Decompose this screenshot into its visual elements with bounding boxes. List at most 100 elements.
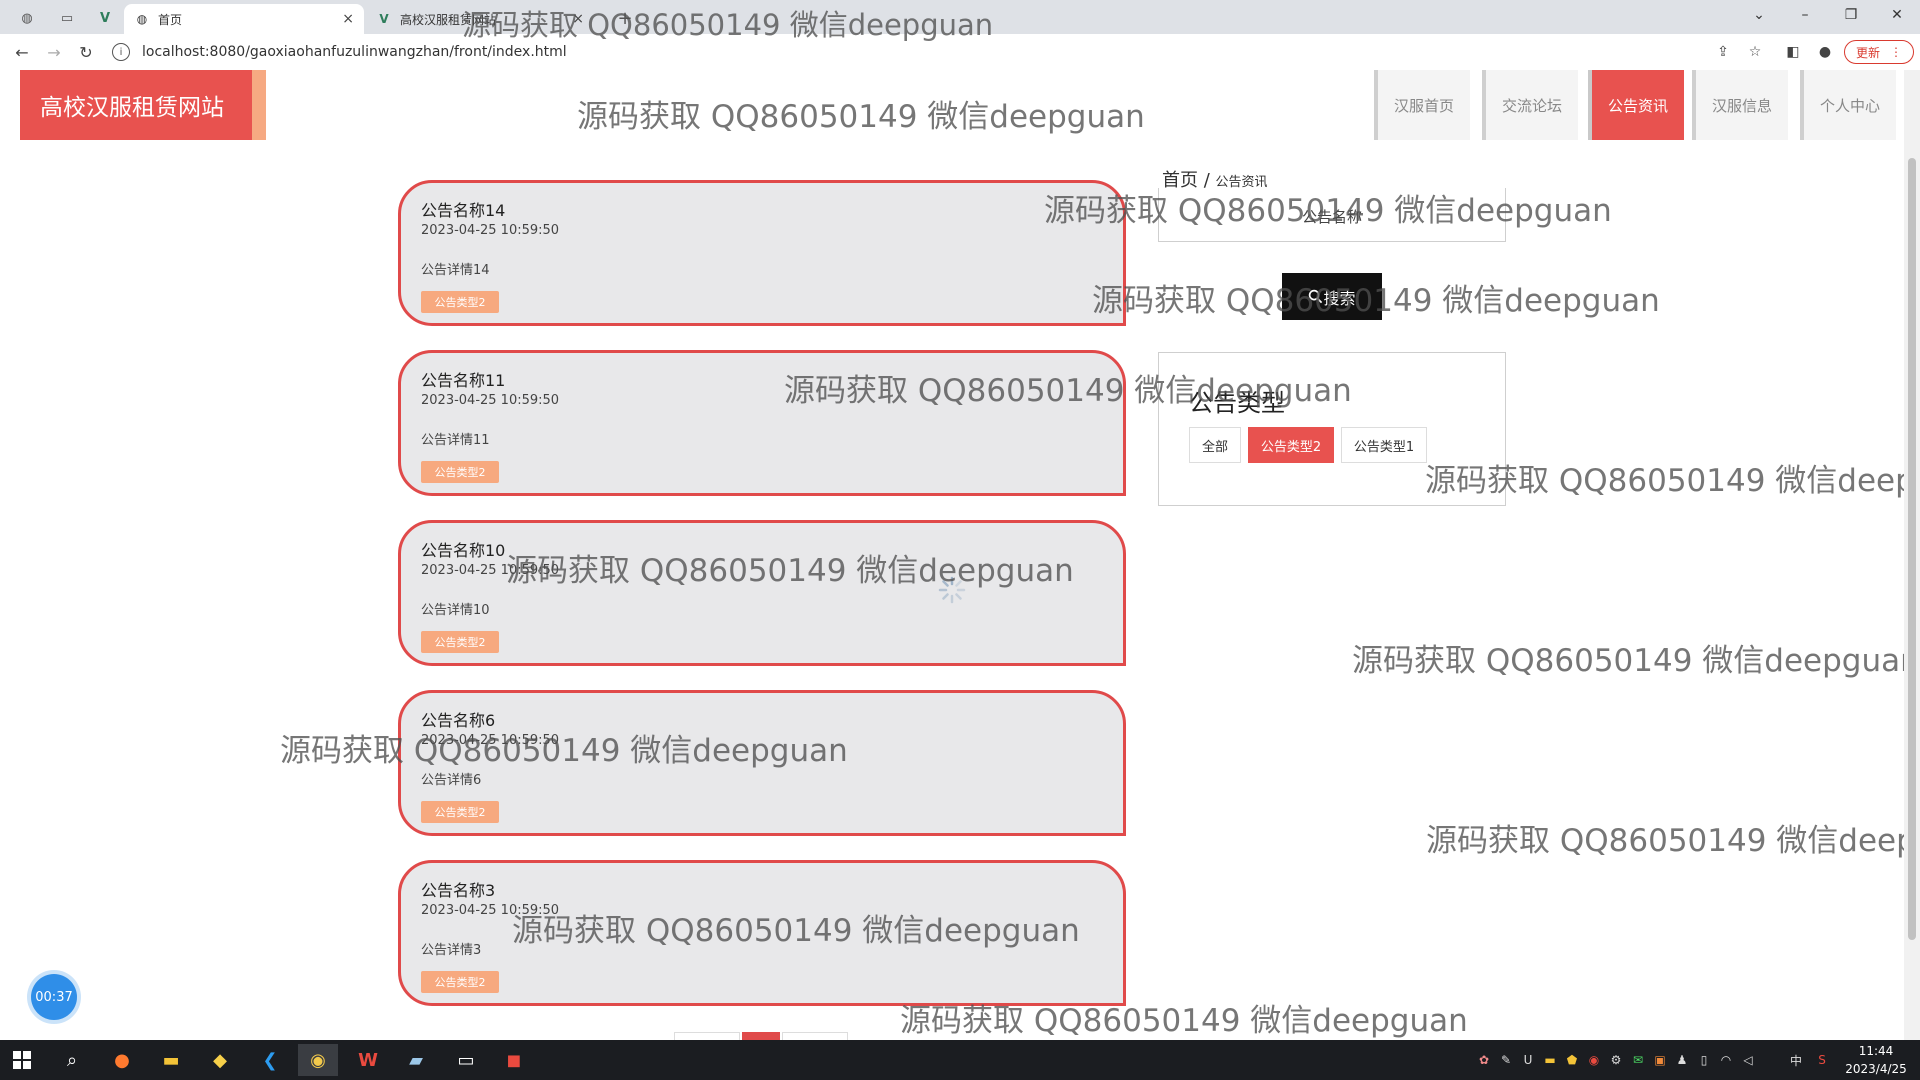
notice-card[interactable]: 公告名称11 2023-04-25 10:59:50 公告详情11 公告类型2 xyxy=(398,350,1126,496)
search-button-label: 搜索 xyxy=(1323,288,1356,308)
pinned-tab-globe-icon[interactable]: ◍ xyxy=(10,4,44,32)
tray-steam-icon[interactable]: ⚙ xyxy=(1608,1050,1624,1070)
close-window-icon[interactable]: ✕ xyxy=(1874,0,1920,30)
notice-title: 公告名称14 xyxy=(421,201,506,220)
network-icon[interactable]: ◠ xyxy=(1718,1050,1734,1070)
pinned-tab-blank-icon[interactable]: ▭ xyxy=(50,4,84,32)
pagination-page-active[interactable] xyxy=(742,1032,780,1040)
bookmark-star-icon[interactable]: ☆ xyxy=(1745,42,1765,62)
restore-icon[interactable]: ❐ xyxy=(1828,0,1874,30)
notepad-icon[interactable]: ▰ xyxy=(396,1044,436,1076)
notice-card[interactable]: 公告名称3 2023-04-25 10:59:50 公告详情3 公告类型2 xyxy=(398,860,1126,1006)
type-filter-all[interactable]: 全部 xyxy=(1189,427,1241,463)
search-input[interactable]: 公告名称 xyxy=(1158,188,1506,242)
type-filter-type2[interactable]: 公告类型2 xyxy=(1248,427,1334,463)
back-arrow-icon[interactable]: ← xyxy=(10,40,34,64)
tray-red-app-icon[interactable]: ◉ xyxy=(1586,1050,1602,1070)
forward-arrow-icon[interactable]: → xyxy=(42,40,66,64)
clock-date: 2023/4/25 xyxy=(1845,1062,1907,1076)
browser-tab-home[interactable]: ◍ 首页 × xyxy=(124,4,364,34)
site-logo-text: 高校汉服租赁网站 xyxy=(40,95,224,121)
side-panel-icon[interactable]: ◧ xyxy=(1783,42,1803,62)
page-scrollbar[interactable] xyxy=(1904,70,1920,1040)
nav-forum[interactable]: 交流论坛 xyxy=(1482,70,1578,140)
tray-folder-icon[interactable]: ▬ xyxy=(1542,1050,1558,1070)
kebab-menu-icon[interactable]: ⋮ xyxy=(1890,45,1902,59)
notice-time: 2023-04-25 10:59:50 xyxy=(421,563,560,578)
minimize-icon[interactable]: – xyxy=(1782,0,1828,30)
page-viewport: 高校汉服租赁网站 汉服首页 交流论坛 公告资讯 汉服信息 个人中心 公告名称14… xyxy=(0,70,1920,1040)
tray-shield-icon[interactable]: ⬟ xyxy=(1564,1050,1580,1070)
tab-search-chevron-icon[interactable]: ⌄ xyxy=(1736,0,1782,30)
update-button[interactable]: 更新 ⋮ xyxy=(1844,40,1914,64)
notice-time: 2023-04-25 10:59:50 xyxy=(421,393,560,408)
pagination-prev[interactable] xyxy=(674,1032,740,1040)
notice-title: 公告名称11 xyxy=(421,371,506,390)
volume-icon[interactable]: ◁ xyxy=(1740,1050,1756,1070)
firefox-icon[interactable]: ● xyxy=(102,1044,142,1076)
search-icon[interactable]: ⌕ xyxy=(52,1044,92,1076)
site-logo[interactable]: 高校汉服租赁网站 xyxy=(20,70,266,140)
notice-card[interactable]: 公告名称10 2023-04-25 10:59:50 公告详情10 公告类型2 xyxy=(398,520,1126,666)
terminal-icon[interactable]: ▭ xyxy=(446,1044,486,1076)
scrollbar-thumb[interactable] xyxy=(1908,158,1916,940)
tray-app2-icon[interactable]: ▣ xyxy=(1652,1050,1668,1070)
notice-detail: 公告详情11 xyxy=(421,433,490,448)
pagination-next[interactable] xyxy=(782,1032,848,1040)
notice-time: 2023-04-25 10:59:50 xyxy=(421,733,560,748)
type-filter-type1[interactable]: 公告类型1 xyxy=(1341,427,1427,463)
qq-icon[interactable]: ♟ xyxy=(1674,1050,1690,1070)
type-filter-label: 公告类型2 xyxy=(1260,439,1322,455)
recording-timer[interactable]: 00:37 xyxy=(31,974,77,1020)
tray-app-icon[interactable]: ✿ xyxy=(1476,1050,1492,1070)
logo-accent-strip xyxy=(252,70,266,140)
pinned-tab-vue-icon[interactable]: V xyxy=(88,4,122,32)
nav-hanfu-info[interactable]: 汉服信息 xyxy=(1692,70,1788,140)
plus-icon[interactable]: + xyxy=(608,4,642,32)
notice-detail: 公告详情6 xyxy=(421,773,482,788)
notice-card[interactable]: 公告名称6 2023-04-25 10:59:50 公告详情6 公告类型2 xyxy=(398,690,1126,836)
timer-text: 00:37 xyxy=(35,989,73,1005)
nav-label: 汉服信息 xyxy=(1711,96,1772,115)
notice-type-badge: 公告类型2 xyxy=(421,291,499,313)
address-bar[interactable]: i localhost:8080/gaoxiaohanfuzulinwangzh… xyxy=(112,40,1692,64)
notice-time: 2023-04-25 10:59:50 xyxy=(421,903,560,918)
type-filter-label: 全部 xyxy=(1201,439,1228,455)
notice-detail: 公告详情3 xyxy=(421,943,482,958)
tray-sogou-icon[interactable]: S xyxy=(1814,1050,1830,1070)
globe-icon: ◍ xyxy=(136,12,148,26)
share-icon[interactable]: ⇪ xyxy=(1713,42,1733,62)
nav-hanfu-home[interactable]: 汉服首页 xyxy=(1374,70,1470,140)
notice-detail: 公告详情14 xyxy=(421,263,490,278)
vue-icon: V xyxy=(379,12,389,26)
site-info-icon[interactable]: i xyxy=(112,43,130,61)
loading-spinner-icon xyxy=(938,576,966,604)
system-clock[interactable]: 11:44 2023/4/25 xyxy=(1836,1042,1916,1078)
file-explorer-icon[interactable]: ▬ xyxy=(151,1044,191,1076)
nav-label: 个人中心 xyxy=(1819,96,1880,115)
notice-time: 2023-04-25 10:59:50 xyxy=(421,223,560,238)
profile-avatar-icon[interactable]: ● xyxy=(1815,42,1835,62)
nav-user-center[interactable]: 个人中心 xyxy=(1800,70,1896,140)
tray-u-icon[interactable]: U xyxy=(1520,1050,1536,1070)
browser-tab-site[interactable]: V 高校汉服租赁网站 × xyxy=(366,4,594,34)
idea-icon[interactable]: ◼ xyxy=(494,1044,534,1076)
nav-announcements[interactable]: 公告资讯 xyxy=(1588,70,1684,140)
search-button[interactable]: 搜索 xyxy=(1282,273,1382,320)
notice-type-badge: 公告类型2 xyxy=(421,631,499,653)
ime-indicator[interactable]: 中 xyxy=(1788,1050,1804,1070)
reload-icon[interactable]: ↻ xyxy=(74,40,98,64)
wps-icon[interactable]: W xyxy=(348,1044,388,1076)
close-tab-icon[interactable]: × xyxy=(342,11,354,27)
notice-card[interactable]: 公告名称14 2023-04-25 10:59:50 公告详情14 公告类型2 xyxy=(398,180,1126,326)
battery-icon[interactable]: ▯ xyxy=(1696,1050,1712,1070)
vscode-icon[interactable]: ❮ xyxy=(250,1044,290,1076)
windows-start-icon[interactable] xyxy=(2,1044,42,1076)
close-tab-icon[interactable]: × xyxy=(572,11,584,27)
tray-tool-icon[interactable]: ✎ xyxy=(1498,1050,1514,1070)
chrome-icon[interactable]: ◉ xyxy=(298,1044,338,1076)
notice-type-badge: 公告类型2 xyxy=(421,971,499,993)
app-duck-icon[interactable]: ◆ xyxy=(200,1044,240,1076)
tab-label: 高校汉服租赁网站 xyxy=(400,12,497,27)
wechat-icon[interactable]: ✉ xyxy=(1630,1050,1646,1070)
